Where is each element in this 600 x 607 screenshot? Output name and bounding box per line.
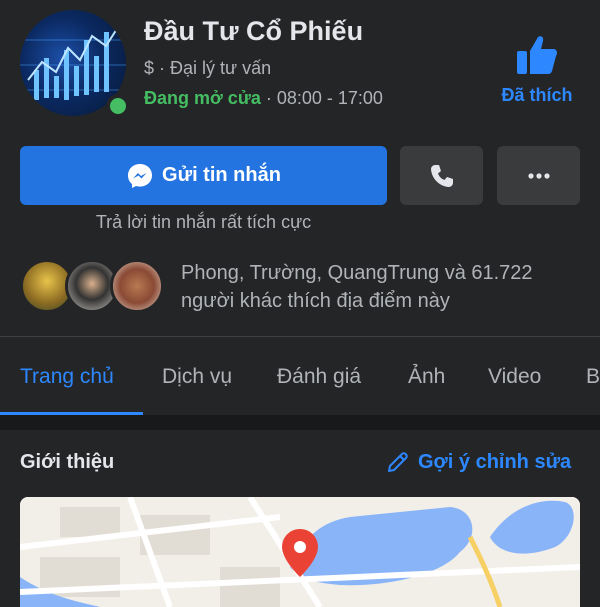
- tab-reviews[interactable]: Đánh giá: [277, 365, 361, 389]
- liked-label: Đã thích: [501, 85, 573, 105]
- tab-more[interactable]: B: [586, 365, 600, 389]
- friends-who-like[interactable]: Phong, Trường, QuangTrung và 61.722 ngườ…: [20, 259, 600, 315]
- call-button[interactable]: [400, 146, 483, 205]
- action-buttons: Gửi tin nhắn: [20, 146, 580, 206]
- tab-home[interactable]: Trang chủ: [20, 365, 114, 389]
- like-thumb-icon: [517, 36, 557, 74]
- open-status-text: Đang mở cửa: [144, 88, 261, 108]
- friends-like-text: Phong, Trường, QuangTrung và 61.722 ngườ…: [181, 262, 533, 312]
- send-message-label: Gửi tin nhắn: [162, 164, 281, 186]
- suggest-edit-link[interactable]: Gợi ý chỉnh sửa: [386, 450, 571, 474]
- location-map[interactable]: [20, 497, 580, 607]
- more-options-button[interactable]: [497, 146, 580, 205]
- profile-picture[interactable]: [20, 10, 130, 118]
- intro-heading: Giới thiệu: [20, 451, 115, 473]
- tab-services[interactable]: Dịch vụ: [162, 365, 232, 389]
- page-category: $ · Đại lý tư vấn: [144, 58, 272, 78]
- suggest-edit-label: Gợi ý chỉnh sửa: [418, 450, 572, 473]
- pencil-icon: [388, 452, 408, 472]
- tab-photos[interactable]: Ảnh: [408, 365, 445, 389]
- send-message-button[interactable]: Gửi tin nhắn: [20, 146, 387, 205]
- messenger-icon: [128, 163, 153, 188]
- opening-hours: Đang mở cửa · 08:00 - 17:00: [144, 88, 383, 109]
- liked-button[interactable]: Đã thích: [497, 34, 577, 106]
- response-rate-note: Trả lời tin nhắn rất tích cực: [95, 212, 312, 232]
- map-pin-icon: [282, 529, 318, 577]
- hours-text: · 08:00 - 17:00: [260, 88, 383, 108]
- page-header: Đầu Tư Cổ Phiếu $ · Đại lý tư vấn Đang m…: [0, 0, 600, 140]
- friend-avatar[interactable]: [110, 259, 164, 313]
- section-separator: [0, 415, 600, 430]
- page-tabs: Trang chủ Dịch vụ Đánh giá Ảnh Video B: [0, 337, 600, 415]
- more-icon: [527, 172, 550, 179]
- phone-icon: [430, 164, 453, 187]
- open-status-dot: [106, 94, 130, 118]
- page-title: Đầu Tư Cổ Phiếu: [144, 16, 364, 46]
- tab-videos[interactable]: Video: [488, 365, 541, 389]
